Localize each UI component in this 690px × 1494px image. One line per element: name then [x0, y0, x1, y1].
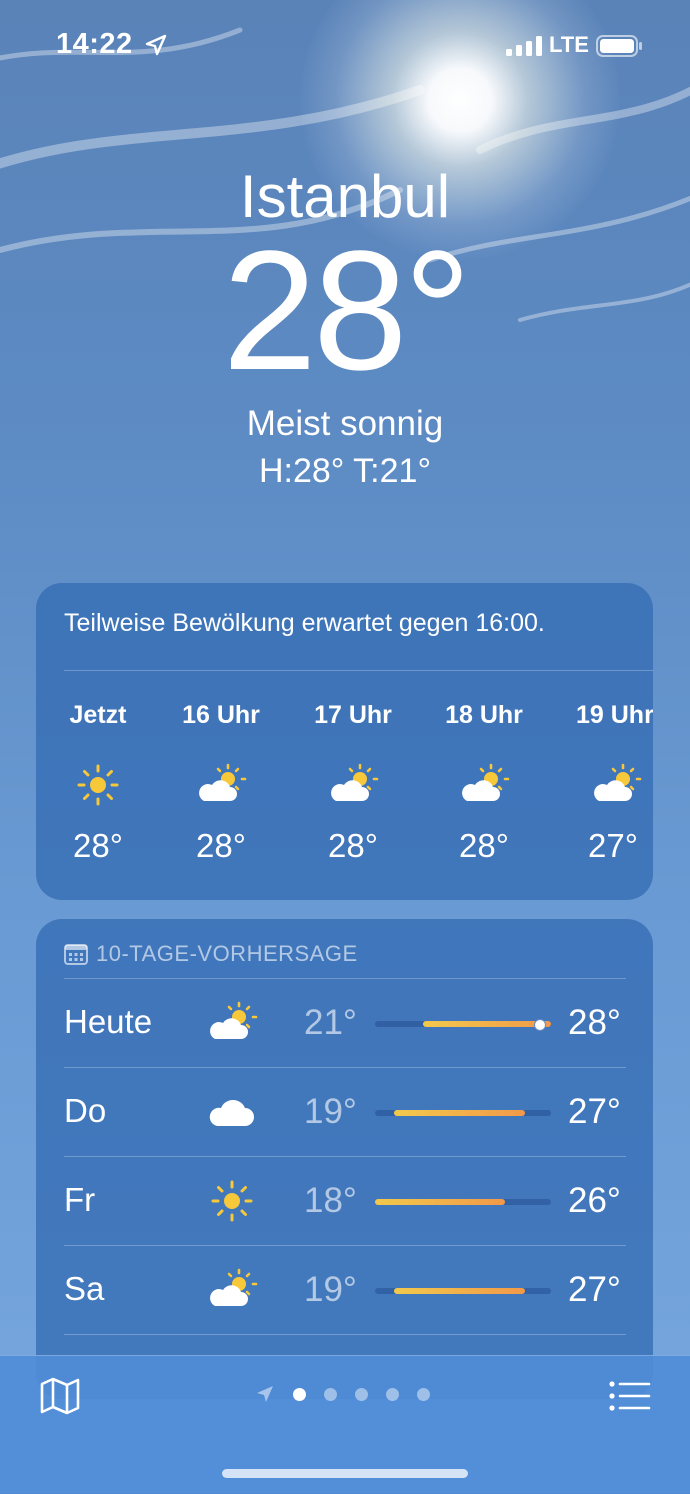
current-temp-marker [533, 1019, 546, 1031]
temp-range-bar [375, 1199, 551, 1205]
page-dot[interactable] [417, 1387, 430, 1401]
partly-cloudy-icon [331, 763, 379, 801]
temp-range-bar [375, 1019, 551, 1031]
partly-cloudy-icon [462, 763, 510, 801]
day-low: 18° [304, 1181, 357, 1220]
page-dot[interactable] [355, 1387, 368, 1401]
condition-text: Meist sonnig [246, 404, 444, 443]
hour-item: 16 Uhr 28° [156, 701, 286, 865]
location-arrow-icon [145, 34, 167, 56]
temp-range-fill [394, 1110, 525, 1116]
day-row[interactable]: Fr 18° 26° [64, 1156, 626, 1246]
daily-forecast-card[interactable]: 10-TAGE-VORHERSAGE Heute 21° 28° Do 19° … [36, 919, 653, 1399]
hour-label: 18 Uhr [445, 701, 523, 729]
partly-cloudy-icon [210, 1001, 258, 1039]
hour-item: Jetzt 28° [33, 701, 163, 865]
partly-cloudy-icon [199, 763, 247, 801]
location-arrow-icon [257, 1386, 273, 1402]
cloud-icon [209, 1100, 254, 1126]
signal-icon [506, 36, 542, 56]
page-dot[interactable] [386, 1387, 399, 1401]
daily-title: 10-TAGE-VORHERSAGE [96, 941, 358, 966]
hour-temp: 28° [459, 827, 509, 864]
day-name: Do [64, 1092, 107, 1129]
day-row[interactable]: Heute 21° 28° [64, 978, 626, 1068]
page-dot[interactable] [293, 1387, 306, 1401]
temp-range-fill [422, 1021, 551, 1027]
current-temperature: 28° [222, 216, 471, 406]
temp-range-fill [375, 1199, 506, 1205]
partly-cloudy-icon [594, 763, 642, 801]
day-high: 28° [568, 1003, 621, 1042]
hourly-forecast-card[interactable]: Teilweise Bewölkung erwartet gegen 16:00… [36, 583, 653, 900]
day-name: Fr [64, 1181, 96, 1218]
hour-item: 17 Uhr 28° [288, 701, 418, 865]
hour-label: 17 Uhr [314, 701, 392, 729]
divider [64, 670, 653, 671]
daily-header: 10-TAGE-VORHERSAGE [64, 941, 358, 967]
day-row[interactable]: Do 19° 27° [64, 1067, 626, 1157]
hour-temp: 27° [588, 827, 638, 864]
page-dot[interactable] [324, 1387, 337, 1401]
day-low: 21° [304, 1003, 357, 1042]
hour-item: 19 Uhr 27° [551, 701, 653, 865]
status-time: 14:22 [56, 28, 133, 60]
hour-temp: 28° [73, 827, 123, 864]
hour-temp: 28° [196, 827, 246, 864]
sun-icon [211, 1180, 253, 1222]
temp-range-bar [375, 1288, 551, 1294]
temp-range-bar [375, 1110, 551, 1116]
hourly-summary: Teilweise Bewölkung erwartet gegen 16:00… [64, 609, 545, 637]
calendar-icon [64, 944, 88, 965]
status-bar: 14:22 LTE [0, 0, 690, 90]
partly-cloudy-icon [210, 1268, 258, 1306]
hour-label: Jetzt [69, 701, 127, 729]
day-row[interactable]: Sa 19° 27° [64, 1245, 626, 1335]
list-icon[interactable] [608, 1378, 652, 1414]
day-high: 27° [568, 1270, 621, 1309]
high-low-text: H:28° T:21° [258, 452, 432, 490]
day-high: 26° [568, 1181, 621, 1220]
day-high: 27° [568, 1092, 621, 1131]
hour-item: 18 Uhr 28° [419, 701, 549, 865]
sun-icon [77, 764, 119, 806]
day-low: 19° [304, 1270, 357, 1309]
day-low: 19° [304, 1092, 357, 1131]
temp-range-fill [394, 1288, 525, 1294]
network-type: LTE [549, 32, 589, 57]
battery-icon [596, 35, 642, 57]
home-indicator [222, 1469, 468, 1478]
page-indicator[interactable] [255, 1384, 448, 1404]
hour-label: 16 Uhr [182, 701, 260, 729]
day-name: Heute [64, 1003, 153, 1040]
map-icon[interactable] [38, 1374, 82, 1418]
hour-label: 19 Uhr [576, 701, 653, 729]
hour-temp: 28° [328, 827, 378, 864]
day-name: Sa [64, 1270, 105, 1307]
